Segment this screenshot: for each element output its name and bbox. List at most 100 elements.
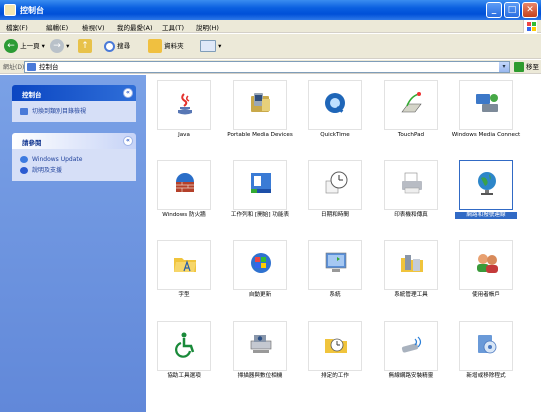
address-field[interactable]: 控制台 ▾ — [24, 61, 510, 73]
item-automatic-updates[interactable]: 自動更新 — [227, 238, 291, 308]
window-title: 控制台 — [20, 6, 44, 15]
icon-frame — [233, 160, 287, 210]
windows-update-link[interactable]: Windows Update — [18, 154, 130, 165]
item-network-connections[interactable]: 網路和撥號連線 — [453, 158, 517, 228]
item-label: Windows Media Connect — [451, 132, 521, 138]
up-folder-icon: ↑ — [78, 39, 92, 53]
item-accessibility[interactable]: 協助工具選項 — [151, 319, 215, 389]
menu-help[interactable]: 說明(H) — [196, 22, 219, 32]
quicktime-icon — [325, 93, 345, 113]
item-system[interactable]: 系統 — [302, 238, 366, 308]
windows-media-connect-icon — [476, 94, 498, 112]
item-label: 工作列和 [開始] 功能表 — [230, 212, 290, 218]
menu-edit[interactable]: 編輯(E) — [46, 22, 68, 32]
item-taskbar-start-menu[interactable]: 工作列和 [開始] 功能表 — [227, 158, 291, 228]
icon-frame — [384, 321, 438, 371]
folders-icon — [148, 39, 162, 53]
item-java[interactable]: Java — [151, 78, 215, 148]
icon-frame — [233, 321, 287, 371]
accessibility-icon — [175, 332, 195, 358]
minimize-button[interactable]: _ — [486, 2, 502, 18]
menu-view[interactable]: 檢視(V) — [82, 22, 105, 32]
item-user-accounts[interactable]: 使用者帳戶 — [453, 238, 517, 308]
see-also-section-header[interactable]: 請參閱 « — [12, 133, 136, 149]
item-fonts[interactable]: 字型 — [151, 238, 215, 308]
icon-frame — [459, 321, 513, 371]
windows-update-icon — [251, 253, 271, 273]
icon-frame — [308, 80, 362, 130]
item-label: 排定的工作 — [321, 373, 349, 379]
address-dropdown-button[interactable]: ▾ — [499, 62, 509, 72]
item-wireless-network-wizard[interactable]: 無線網路安裝精靈 — [378, 319, 442, 389]
address-label: 網址(D) — [3, 64, 25, 71]
item-label: 自動更新 — [248, 292, 272, 298]
item-label: 印表機和傳真 — [394, 212, 428, 218]
globe-icon — [478, 172, 496, 195]
item-scheduled-tasks[interactable]: 排定的工作 — [302, 319, 366, 389]
item-portable-media-devices[interactable]: Portable Media Devices — [227, 78, 293, 148]
item-windows-firewall[interactable]: Windows 防火牆 — [151, 158, 215, 228]
switch-to-category-view-link[interactable]: 切換到類別目錄檢視 — [18, 106, 130, 117]
folders-button[interactable]: 資料夾 — [148, 38, 184, 54]
maximize-button[interactable]: □ — [504, 2, 520, 18]
control-panel-small-icon — [27, 63, 36, 71]
help-and-support-link[interactable]: 說明及支援 — [18, 165, 130, 176]
item-touchpad[interactable]: TouchPad — [378, 78, 442, 148]
firewall-icon — [176, 173, 194, 192]
see-also-section-body: Windows Update 說明及支援 — [12, 149, 136, 181]
menu-file[interactable]: 檔案(F) — [6, 22, 28, 32]
icon-frame — [459, 160, 513, 210]
title-bar[interactable]: 控制台 _ □ ✕ — [0, 0, 541, 20]
wireless-icon — [401, 336, 422, 353]
item-label: 新增或移除程式 — [466, 373, 506, 379]
clock-icon — [325, 171, 348, 194]
item-printers-faxes[interactable]: 印表機和傳真 — [378, 158, 442, 228]
item-label: 協助工具選項 — [167, 373, 201, 379]
item-add-remove-programs[interactable]: 新增或移除程式 — [453, 319, 517, 389]
printer-icon — [402, 172, 422, 194]
forward-arrow-icon: → — [50, 39, 64, 53]
item-label: TouchPad — [397, 132, 425, 138]
control-panel-section-header[interactable]: 控制台 « — [12, 85, 136, 101]
back-button[interactable]: ← 上一頁 ▾ — [4, 38, 45, 54]
section-title: 控制台 — [22, 91, 42, 99]
windows-update-icon — [20, 156, 28, 163]
menu-tools[interactable]: 工具(T) — [162, 22, 184, 32]
search-button[interactable]: 搜尋 — [104, 38, 130, 54]
item-admin-tools[interactable]: 系統管理工具 — [378, 238, 442, 308]
icon-frame — [157, 321, 211, 371]
icon-frame — [384, 160, 438, 210]
item-label: 無線網路安裝精靈 — [388, 373, 434, 379]
item-quicktime[interactable]: QuickTime — [302, 78, 366, 148]
forward-button[interactable]: → ▾ — [50, 38, 69, 54]
back-arrow-icon: ← — [4, 39, 18, 53]
up-folder-button[interactable]: ↑ — [78, 38, 92, 54]
icon-frame — [384, 240, 438, 290]
close-button[interactable]: ✕ — [522, 2, 538, 18]
go-button[interactable]: 移至 — [514, 61, 539, 73]
windows-logo-icon — [523, 20, 537, 33]
item-label: Java — [178, 132, 190, 138]
fonts-folder-icon — [174, 258, 196, 272]
add-remove-icon — [478, 335, 497, 354]
item-windows-media-connect[interactable]: Windows Media Connect — [452, 78, 520, 148]
scanner-icon — [250, 335, 272, 353]
icon-frame — [233, 80, 287, 130]
item-date-time[interactable]: 日期和時間 — [302, 158, 366, 228]
scheduled-tasks-icon — [325, 338, 347, 353]
collapse-chevron-icon[interactable]: « — [123, 136, 133, 146]
section-title: 請參閱 — [22, 139, 42, 147]
menu-favorites[interactable]: 我的最愛(A) — [117, 22, 153, 32]
collapse-chevron-icon[interactable]: « — [123, 88, 133, 98]
item-label: 日期和時間 — [321, 212, 349, 218]
toolbar: ← 上一頁 ▾ → ▾ ↑ 搜尋 資料夾 ▾ — [0, 34, 541, 59]
icon-frame — [157, 160, 211, 210]
taskbar-icon — [251, 173, 271, 193]
item-label: 網路和撥號連線 — [455, 212, 517, 219]
icon-frame — [308, 240, 362, 290]
admin-tools-icon — [401, 255, 423, 272]
item-label: 使用者帳戶 — [472, 292, 500, 298]
icon-frame — [459, 80, 513, 130]
item-scanners-cameras[interactable]: 掃描器與數位相機 — [227, 319, 291, 389]
views-button[interactable]: ▾ — [200, 38, 221, 54]
